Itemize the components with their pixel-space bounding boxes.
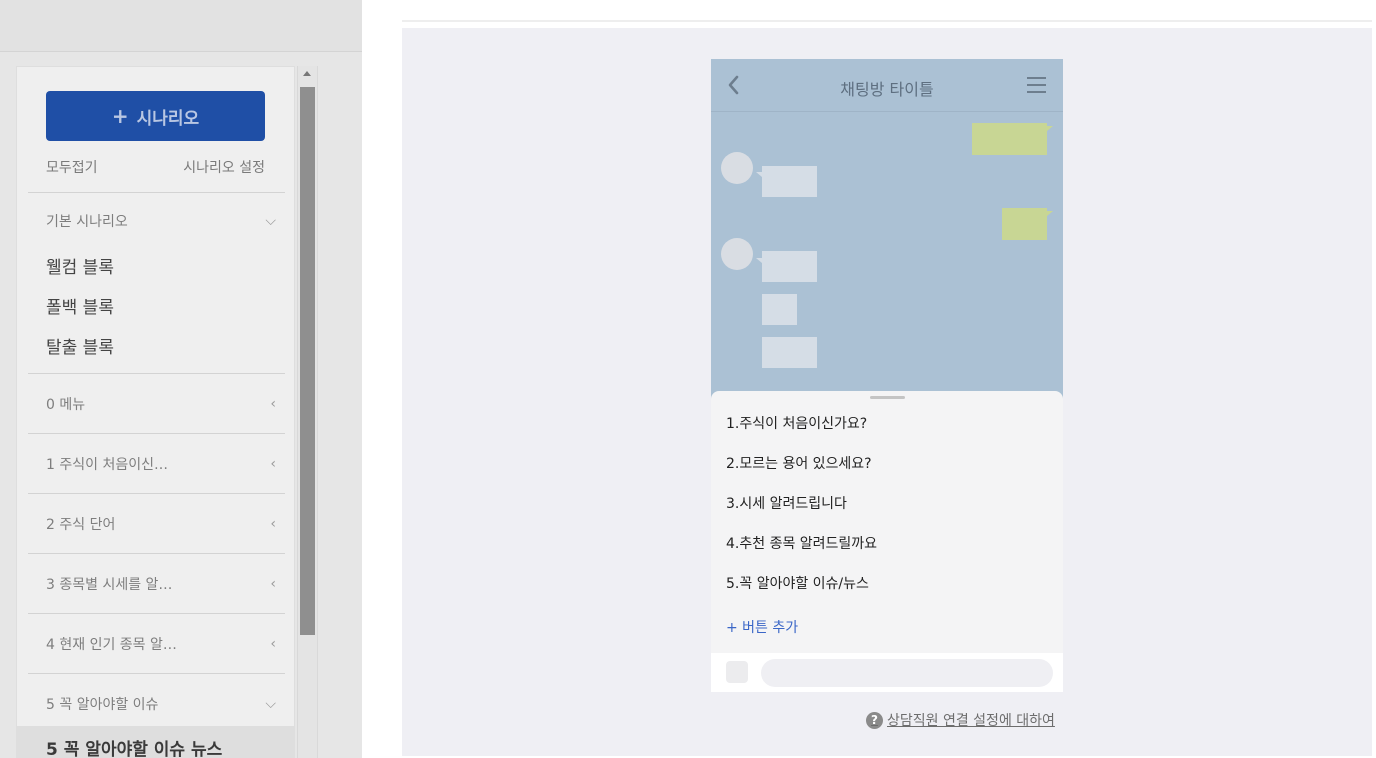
sidebar-divider [28, 673, 285, 674]
chevron-down-icon: ⌵ [265, 696, 276, 712]
menu-option-1[interactable]: 1.주식이 처음이신가요? [726, 413, 867, 433]
sidebar-sub-actions: 모두접기 시나리오 설정 [46, 157, 265, 177]
scenario-sidebar: + 시나리오 모두접기 시나리오 설정 기본 시나리오 ⌵ 웰컴 블록 폴백 블… [16, 66, 295, 758]
chat-preview-phone: 채팅방 타이틀 1.주식이 처음이신가요? 2.모르는 용어 있으세요? 3.시… [711, 59, 1063, 692]
question-circle-icon: ? [866, 711, 883, 729]
menu-option-5[interactable]: 5.꼭 알아야할 이슈/뉴스 [726, 573, 869, 593]
add-scenario-button[interactable]: + 시나리오 [46, 91, 265, 141]
help-link-label: 상담직원 연결 설정에 대하여 [887, 713, 1055, 729]
bot-message-bubble [762, 166, 817, 197]
chat-title: 채팅방 타이틀 [840, 80, 934, 99]
chevron-left-icon: ‹ [270, 396, 276, 412]
scenario-group-label: 0 메뉴 [46, 397, 86, 413]
add-scenario-label: 시나리오 [136, 108, 200, 129]
menu-option-3[interactable]: 3.시세 알려드립니다 [726, 493, 847, 513]
bot-message-bubble [762, 251, 817, 282]
left-panel-overlay: + 시나리오 모두접기 시나리오 설정 기본 시나리오 ⌵ 웰컴 블록 폴백 블… [0, 0, 362, 758]
hamburger-menu-icon[interactable] [1027, 77, 1047, 95]
plus-icon: + [111, 104, 129, 128]
sidebar-divider [28, 373, 285, 374]
my-message-bubble [1002, 208, 1047, 240]
basic-scenario-label: 기본 시나리오 [46, 214, 128, 230]
chevron-down-icon: ⌵ [265, 213, 276, 229]
my-message-bubble [972, 123, 1047, 155]
block-item-welcome[interactable]: 웰컴 블록 [46, 253, 114, 278]
drag-handle[interactable] [870, 396, 905, 399]
sidebar-scrollbar[interactable] [297, 66, 317, 758]
bubble-tail [1047, 126, 1053, 131]
scenario-group-4[interactable]: 4 현재 인기 종목 알… ‹ [46, 634, 276, 654]
collapse-all-link[interactable]: 모두접기 [46, 157, 98, 177]
sidebar-divider [28, 613, 285, 614]
bot-message-bubble [762, 294, 797, 325]
scroll-up-arrow-icon[interactable] [303, 71, 311, 76]
bot-message-bubble [762, 337, 817, 368]
scenario-group-label: 2 주식 단어 [46, 517, 116, 533]
scenario-group-5[interactable]: 5 꼭 알아야할 이슈 ⌵ [46, 694, 276, 714]
scenario-group-0[interactable]: 0 메뉴 ‹ [46, 394, 276, 414]
block-item-fallback[interactable]: 폴백 블록 [46, 293, 114, 318]
panel-divider [317, 66, 318, 758]
scenario-group-label: 1 주식이 처음이신… [46, 457, 168, 473]
sidebar-divider [28, 493, 285, 494]
scenario-group-1[interactable]: 1 주식이 처음이신… ‹ [46, 454, 276, 474]
sidebar-divider [28, 553, 285, 554]
menu-option-2[interactable]: 2.모르는 용어 있으세요? [726, 453, 872, 473]
scenario-group-label: 3 종목별 시세를 알… [46, 577, 173, 593]
scenario-group-2[interactable]: 2 주식 단어 ‹ [46, 514, 276, 534]
selected-block-item[interactable]: 5 꼭 알아야할 이슈 뉴스 [17, 726, 294, 758]
sidebar-divider [28, 192, 285, 193]
scroll-thumb[interactable] [300, 87, 315, 635]
preview-top-line [402, 20, 1372, 22]
scenario-group-label: 4 현재 인기 종목 알… [46, 637, 177, 653]
quick-reply-menu: 1.주식이 처음이신가요? 2.모르는 용어 있으세요? 3.시세 알려드립니다… [711, 391, 1063, 653]
sidebar-divider [28, 433, 285, 434]
chevron-left-icon: ‹ [270, 516, 276, 532]
chevron-left-icon: ‹ [270, 636, 276, 652]
left-top-bar [0, 0, 362, 52]
block-item-exit[interactable]: 탈출 블록 [46, 333, 114, 358]
add-button-link[interactable]: + 버튼 추가 [726, 617, 798, 637]
scenario-group-label: 5 꼭 알아야할 이슈 [46, 697, 159, 713]
chat-input-bar [711, 653, 1063, 692]
chevron-left-icon: ‹ [270, 456, 276, 472]
chat-header: 채팅방 타이틀 [711, 59, 1063, 112]
bot-avatar [721, 152, 753, 184]
scenario-group-3[interactable]: 3 종목별 시세를 알… ‹ [46, 574, 276, 594]
chat-input-field[interactable] [761, 659, 1053, 687]
menu-option-4[interactable]: 4.추천 종목 알려드릴까요 [726, 533, 877, 553]
basic-scenario-header[interactable]: 기본 시나리오 ⌵ [46, 211, 276, 231]
chevron-left-icon: ‹ [270, 576, 276, 592]
agent-connection-help-link[interactable]: ? 상담직원 연결 설정에 대하여 [866, 710, 1055, 730]
bot-avatar [721, 238, 753, 270]
scenario-settings-link[interactable]: 시나리오 설정 [183, 157, 265, 177]
attach-icon[interactable] [726, 661, 748, 683]
bubble-tail [1047, 211, 1053, 216]
